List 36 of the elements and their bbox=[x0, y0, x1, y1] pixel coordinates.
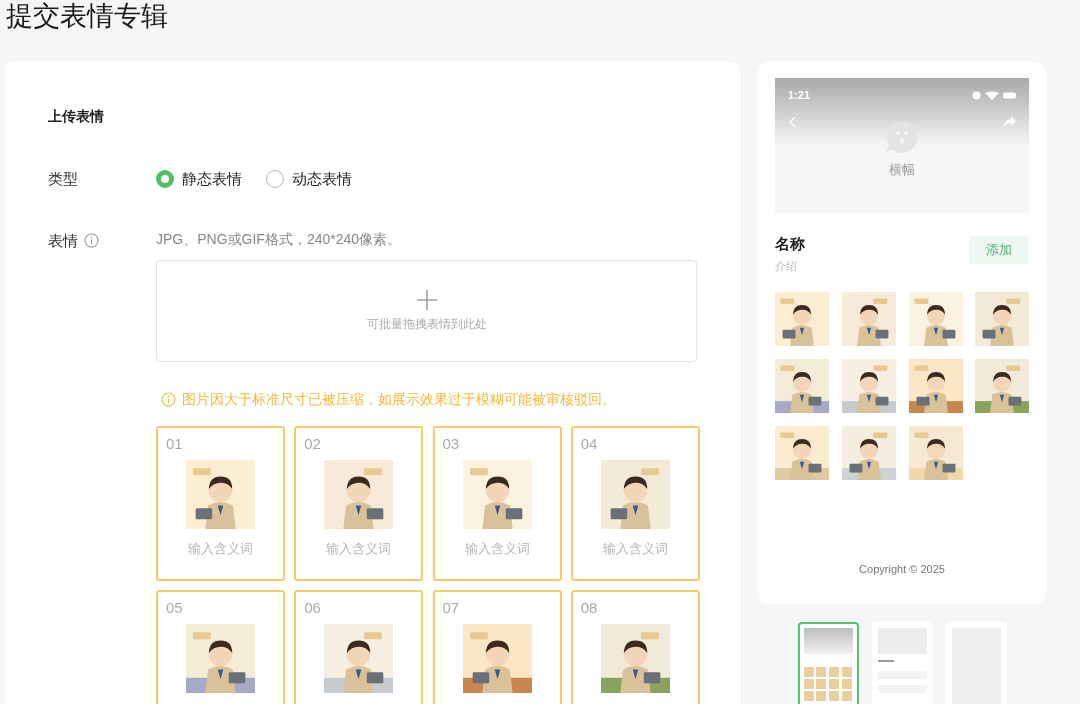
sticker-number: 06 bbox=[304, 597, 322, 618]
warning-text: 图片因大于标准尺寸已被压缩，如展示效果过于模糊可能被审核驳回。 bbox=[182, 389, 616, 409]
radio-option[interactable]: 动态表情 bbox=[266, 168, 352, 191]
info-icon bbox=[84, 232, 99, 248]
section-title: 上传表情 bbox=[48, 107, 105, 126]
back-icon[interactable] bbox=[788, 115, 796, 128]
plus-icon bbox=[415, 288, 438, 311]
sticker-number: 01 bbox=[166, 433, 184, 454]
banner-label: 横幅 bbox=[889, 160, 915, 179]
field-label: 类型 bbox=[48, 169, 79, 189]
meaning-input[interactable]: 输入含义词 bbox=[580, 538, 690, 558]
sticker-number: 08 bbox=[580, 597, 599, 618]
sticker-number: 04 bbox=[580, 433, 599, 454]
template-thumbnail[interactable] bbox=[871, 622, 933, 704]
share-icon[interactable] bbox=[1004, 116, 1016, 127]
album-intro: 介绍 bbox=[775, 258, 798, 274]
radio-button[interactable] bbox=[266, 170, 284, 189]
page-title: 提交表情专辑 bbox=[6, 0, 168, 33]
sticker-number: 05 bbox=[166, 597, 184, 618]
chat-bubble-icon bbox=[885, 119, 919, 154]
field-label: 表情 bbox=[48, 230, 78, 251]
album-name: 名称 bbox=[775, 234, 805, 254]
format-hint: JPG、PNG或GIF格式，240*240像素。 bbox=[156, 229, 403, 249]
sticker-number: 03 bbox=[442, 433, 461, 454]
radio-button[interactable] bbox=[156, 170, 174, 189]
copyright-text: Copyright © 2025 bbox=[858, 561, 946, 577]
meaning-input[interactable]: 输入含义词 bbox=[442, 538, 552, 558]
meaning-input[interactable]: 输入含义词 bbox=[304, 538, 414, 558]
warning-icon bbox=[161, 391, 176, 407]
sticker-number: 07 bbox=[442, 597, 461, 618]
status-time: 1:21 bbox=[788, 88, 811, 103]
sticker-number: 02 bbox=[304, 433, 322, 454]
status-icons bbox=[972, 90, 1016, 100]
radio-option[interactable]: 静态表情 bbox=[156, 168, 242, 191]
template-thumbnail[interactable] bbox=[797, 622, 859, 704]
meaning-input[interactable]: 输入含义词 bbox=[166, 538, 275, 558]
